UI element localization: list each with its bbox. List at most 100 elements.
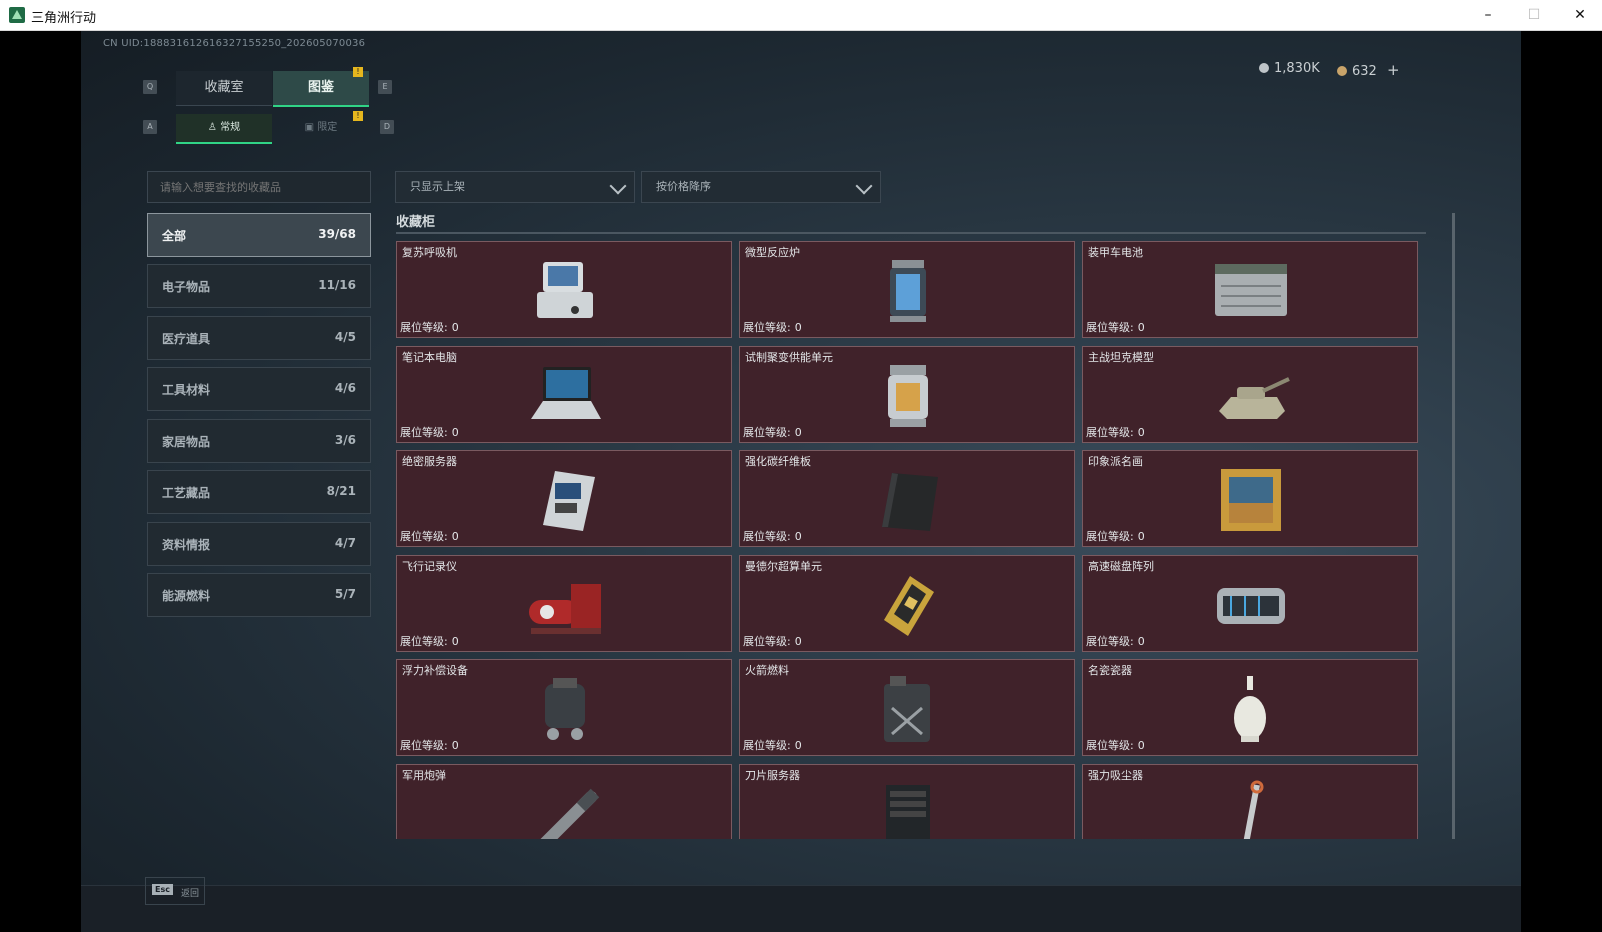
booth-level-value: 0 xyxy=(1137,321,1145,334)
collection-card[interactable]: 笔记本电脑 展位等级: 0 xyxy=(396,346,732,443)
shelf-filter-value: 只显示上架 xyxy=(410,180,465,193)
collection-card[interactable]: 曼德尔超算单元 展位等级: 0 xyxy=(739,555,1075,652)
booth-level: 展位等级: 0 xyxy=(1086,633,1145,649)
booth-level-label: 展位等级: xyxy=(743,739,791,752)
grid-scrollbar[interactable] xyxy=(1452,213,1455,839)
category-household[interactable]: 家居物品 3/6 xyxy=(147,419,371,463)
collection-card[interactable]: 试制聚变供能单元 展位等级: 0 xyxy=(739,346,1075,443)
silver-amount: 1,830K xyxy=(1274,61,1320,76)
tab-collection-room[interactable]: 收藏室 xyxy=(176,71,272,106)
collection-card[interactable]: 名瓷瓷器 展位等级: 0 xyxy=(1082,659,1418,756)
chevron-down-icon xyxy=(855,177,873,195)
booth-level: 展位等级: 0 xyxy=(1086,319,1145,335)
category-crafts[interactable]: 工艺藏品 8/21 xyxy=(147,470,371,514)
sort-dropdown[interactable]: 按价格降序 xyxy=(641,171,881,203)
item-name: 刀片服务器 xyxy=(745,769,800,782)
booth-level-value: 0 xyxy=(1137,635,1145,648)
collection-card[interactable]: 高速磁盘阵列 展位等级: 0 xyxy=(1082,555,1418,652)
booth-level-value: 0 xyxy=(1137,426,1145,439)
catalog-alert-badge: ! xyxy=(353,67,363,77)
category-medical[interactable]: 医疗道具 4/5 xyxy=(147,316,371,360)
close-button[interactable]: ✕ xyxy=(1557,0,1602,31)
subtab-normal-label: 常规 xyxy=(220,122,241,133)
category-count: 8/21 xyxy=(326,484,356,498)
category-label: 工具材料 xyxy=(162,383,211,397)
maximize-button[interactable]: ☐ xyxy=(1511,0,1557,31)
add-currency-button[interactable]: + xyxy=(1387,61,1400,79)
collection-card[interactable]: 主战坦克模型 展位等级: 0 xyxy=(1082,346,1418,443)
booth-level: 展位等级: 0 xyxy=(743,528,802,544)
collection-card[interactable]: 装甲车电池展位等级: 0 xyxy=(1082,241,1418,338)
item-name: 复苏呼吸机 xyxy=(402,246,457,259)
booth-level: 展位等级: 0 xyxy=(400,737,459,753)
collection-screen: CN UID:1888316126163271552​50_2026050700… xyxy=(81,31,1521,932)
key-a-hint: A xyxy=(143,120,157,134)
category-label: 家居物品 xyxy=(162,435,211,449)
collection-card[interactable]: 微型反应炉 展位等级: 0 xyxy=(739,241,1075,338)
chevron-down-icon xyxy=(609,177,627,195)
item-name: 装甲车电池 xyxy=(1088,246,1143,259)
collection-card[interactable]: 刀片服务器 xyxy=(739,764,1075,839)
booth-level-value: 0 xyxy=(451,426,459,439)
category-label: 医疗道具 xyxy=(162,332,211,346)
collection-card[interactable]: 强力吸尘器 xyxy=(1082,764,1418,839)
category-all[interactable]: 全部 39/68 xyxy=(147,213,371,257)
section-title: 收藏柜 xyxy=(396,215,436,230)
category-label: 资料情报 xyxy=(162,538,211,552)
category-electronics[interactable]: 电子物品 11/16 xyxy=(147,264,371,308)
booth-level: 展位等级: 0 xyxy=(743,424,802,440)
collection-card[interactable]: 浮力补偿设备 展位等级: 0 xyxy=(396,659,732,756)
collection-card[interactable]: 军用炮弹 xyxy=(396,764,732,839)
fuel-can-icon xyxy=(884,676,930,742)
collection-card[interactable]: 复苏呼吸机 展位等级: 0 xyxy=(396,241,732,338)
minimize-button[interactable]: – xyxy=(1465,0,1511,31)
booth-level-value: 0 xyxy=(451,635,459,648)
item-name: 绝密服务器 xyxy=(402,455,457,468)
painting-icon xyxy=(1221,469,1281,531)
booth-level: 展位等级: 0 xyxy=(400,424,459,440)
collection-card[interactable]: 火箭燃料展位等级: 0 xyxy=(739,659,1075,756)
laptop-icon xyxy=(531,367,601,419)
gold-amount: 632 xyxy=(1352,64,1377,79)
category-label: 电子物品 xyxy=(162,280,211,294)
item-name: 主战坦克模型 xyxy=(1088,351,1154,364)
category-count: 5/7 xyxy=(334,587,356,601)
booth-level-label: 展位等级: xyxy=(743,530,791,543)
back-button[interactable]: Esc 返回 xyxy=(145,877,205,905)
category-tools[interactable]: 工具材料 4/6 xyxy=(147,367,371,411)
shelf-filter-dropdown[interactable]: 只显示上架 xyxy=(395,171,635,203)
vase-icon xyxy=(1234,676,1266,742)
section-divider xyxy=(396,232,1426,234)
key-e-hint: E xyxy=(378,80,392,94)
booth-level: 展位等级: 0 xyxy=(400,633,459,649)
ventilator-icon xyxy=(537,262,593,318)
vacuum-icon xyxy=(1243,780,1264,839)
category-count: 3/6 xyxy=(334,433,356,447)
collection-card[interactable]: 强化碳纤维板 展位等级: 0 xyxy=(739,450,1075,547)
booth-level: 展位等级: 0 xyxy=(1086,424,1145,440)
booth-level-label: 展位等级: xyxy=(1086,530,1134,543)
collection-card[interactable]: 印象派名画 展位等级: 0 xyxy=(1082,450,1418,547)
category-count: 4/7 xyxy=(334,536,356,550)
booth-level-value: 0 xyxy=(794,739,802,752)
item-name: 微型反应炉 xyxy=(745,246,800,259)
key-q-hint: Q xyxy=(143,80,157,94)
category-label: 能源燃料 xyxy=(162,589,211,603)
collection-card[interactable]: 绝密服务器 展位等级: 0 xyxy=(396,450,732,547)
item-name: 火箭燃料 xyxy=(745,664,789,677)
disk-array-icon xyxy=(1217,588,1285,624)
fusion-unit-icon xyxy=(888,365,928,427)
app-logo-icon xyxy=(9,7,25,23)
search-input[interactable] xyxy=(147,171,371,203)
item-name: 名瓷瓷器 xyxy=(1088,664,1132,677)
flight-recorder-icon xyxy=(529,584,601,634)
category-intel[interactable]: 资料情报 4/7 xyxy=(147,522,371,566)
item-name: 印象派名画 xyxy=(1088,455,1143,468)
booth-level-value: 0 xyxy=(451,321,459,334)
subtab-normal[interactable]: ♙ 常规 xyxy=(176,114,272,144)
lock-open-icon: ♙ xyxy=(207,122,221,133)
sort-value: 按价格降序 xyxy=(656,180,711,193)
chip-icon xyxy=(884,576,934,636)
collection-card[interactable]: 飞行记录仪 展位等级: 0 xyxy=(396,555,732,652)
category-energy[interactable]: 能源燃料 5/7 xyxy=(147,573,371,617)
